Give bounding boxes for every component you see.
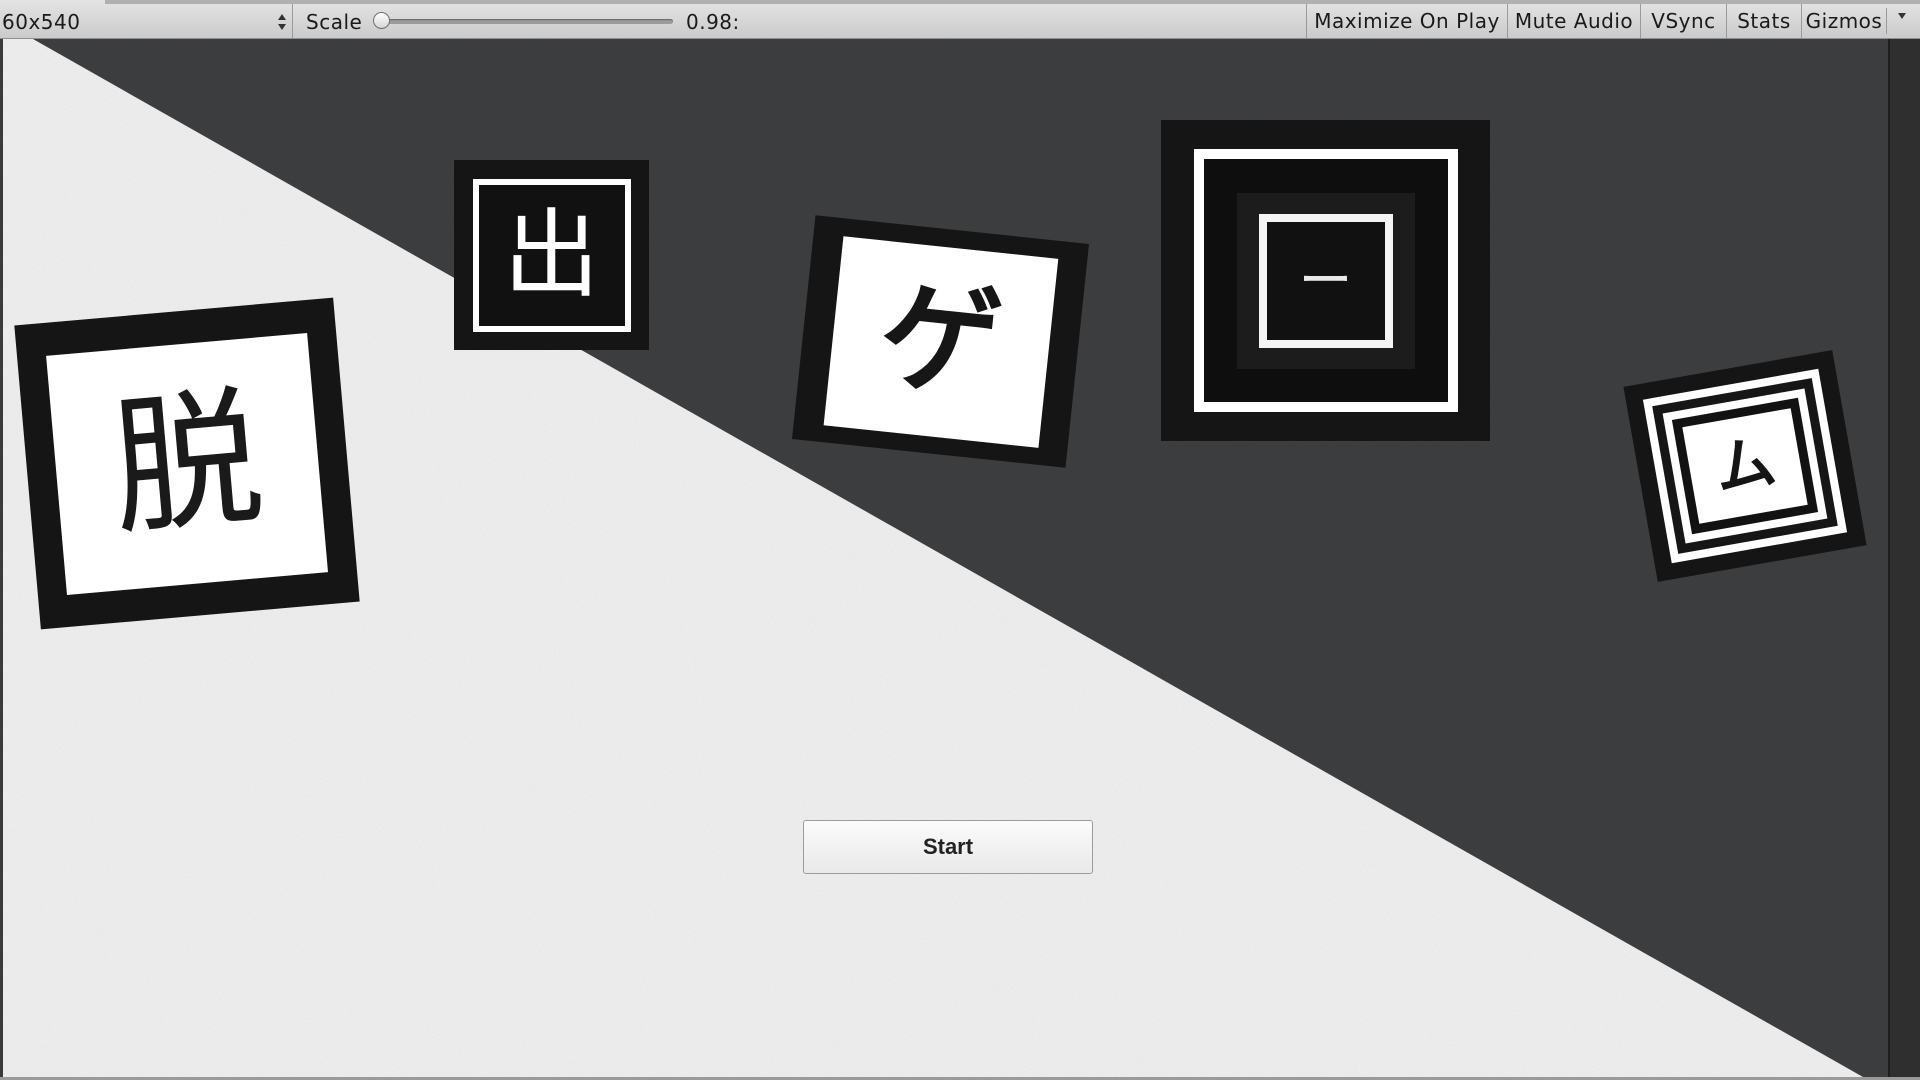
title-char-ge: ゲ xyxy=(873,265,1008,417)
gizmos-dropdown-caret-icon[interactable] xyxy=(1897,12,1907,20)
maximize-on-play-button[interactable]: Maximize On Play xyxy=(1306,4,1507,38)
title-char-de: 出 xyxy=(503,199,600,311)
mute-audio-button[interactable]: Mute Audio xyxy=(1507,4,1640,38)
right-window-edge xyxy=(1888,39,1920,1080)
scale-slider-track[interactable] xyxy=(380,19,673,24)
title-char-mu: ム xyxy=(1709,426,1781,506)
title-tile-de: 出 xyxy=(454,160,649,350)
vsync-button[interactable]: VSync xyxy=(1640,4,1726,38)
title-char-datsu: 脱 xyxy=(104,370,270,557)
resolution-dropdown[interactable]: 60x540 xyxy=(0,4,293,38)
title-tile-choon: ー xyxy=(1161,120,1490,441)
game-view-toolbar: 60x540 Scale 0.98: Maximize On Play Mute… xyxy=(0,0,1920,39)
title-tile-mu: ム xyxy=(1623,350,1867,582)
gizmos-button[interactable]: Gizmos xyxy=(1801,4,1886,38)
gizmos-divider xyxy=(1886,8,1887,34)
scale-slider-thumb[interactable] xyxy=(373,12,390,29)
title-char-choon: ー xyxy=(1298,248,1353,312)
unity-game-window: 60x540 Scale 0.98: Maximize On Play Mute… xyxy=(0,0,1920,1080)
scale-label: Scale xyxy=(306,10,363,34)
stats-button[interactable]: Stats xyxy=(1726,4,1801,38)
resolution-value: 60x540 xyxy=(2,10,81,34)
start-button[interactable]: Start xyxy=(803,820,1093,874)
title-tile-datsu: 脱 xyxy=(14,297,360,630)
title-tile-ge: ゲ xyxy=(791,215,1090,468)
game-view: 脱 出 ゲ ー ム Start xyxy=(0,39,1888,1077)
up-down-arrows-icon xyxy=(278,14,286,30)
scale-value: 0.98: xyxy=(686,10,740,34)
